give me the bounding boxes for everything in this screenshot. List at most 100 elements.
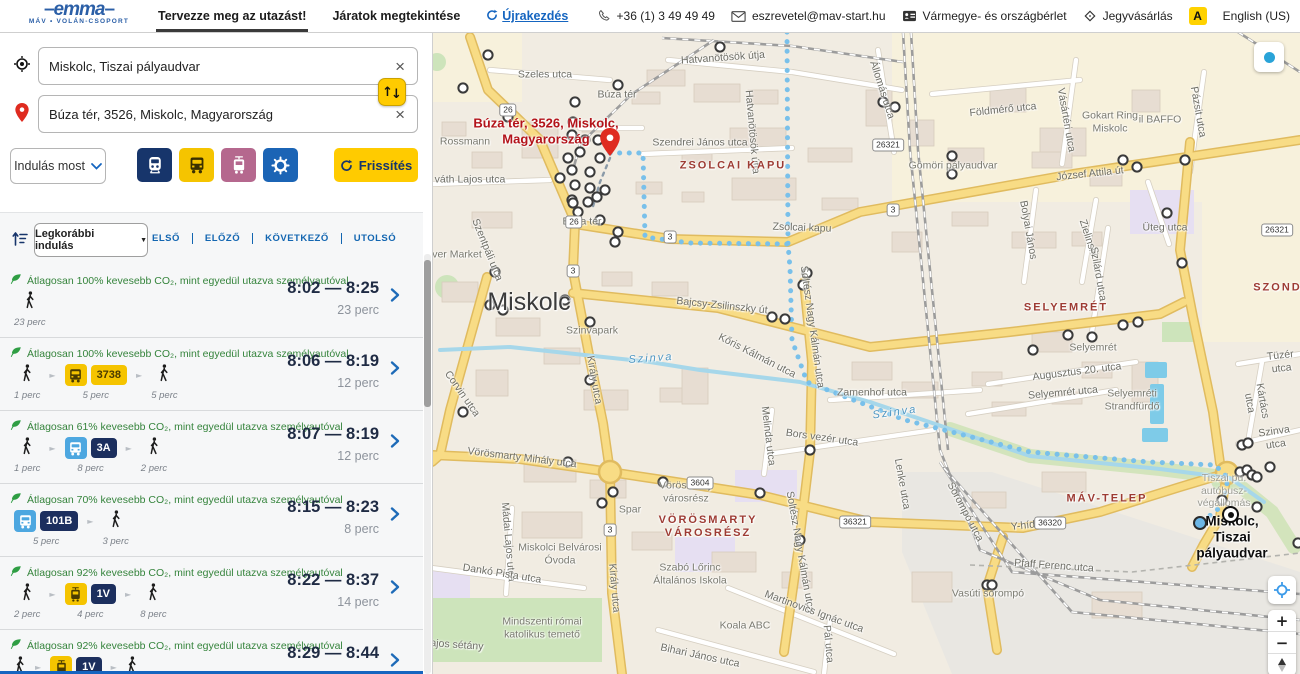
leg-bus-yellow: 37385 perc bbox=[65, 364, 127, 401]
geolocate-button[interactable] bbox=[1268, 576, 1296, 604]
accessibility-button[interactable]: A bbox=[1189, 7, 1207, 25]
leg-duration: 2 perc bbox=[141, 463, 167, 474]
nav-item-2[interactable]: Újrakezdés bbox=[486, 0, 568, 32]
result-row-3[interactable]: Átlagosan 70% kevesebb CO₂, mint egyedül… bbox=[0, 483, 423, 556]
pass-card-icon bbox=[902, 10, 917, 22]
chevron-right-icon[interactable] bbox=[389, 506, 401, 527]
sort-icon[interactable] bbox=[12, 231, 29, 252]
chevron-right-icon[interactable] bbox=[389, 652, 401, 673]
leg-separator-icon: ► bbox=[126, 444, 132, 453]
location-dot-icon bbox=[1264, 52, 1275, 63]
panel-scrollbar[interactable] bbox=[424, 254, 431, 674]
compass-icon bbox=[1268, 658, 1296, 672]
legs: 2 perc►1V4 perc►8 perc bbox=[14, 583, 167, 620]
app-root: emma MÁV • VOLÁN-CSOPORT Tervezze meg az… bbox=[0, 0, 1300, 674]
destination-clear-button[interactable]: × bbox=[393, 106, 407, 123]
destination-input[interactable]: Búza tér, 3526, Miskolc, Magyarország × bbox=[38, 95, 418, 133]
chevron-right-icon[interactable] bbox=[389, 433, 401, 454]
results-list: Átlagosan 100% kevesebb CO₂, mint egyedü… bbox=[0, 265, 423, 674]
itinerary-duration: 23 perc bbox=[337, 303, 379, 317]
result-row-0[interactable]: Átlagosan 100% kevesebb CO₂, mint egyedü… bbox=[0, 265, 423, 337]
itinerary-time: 8:07 — 8:19 bbox=[287, 425, 379, 444]
county-pass-label: Vármegye- és országbérlet bbox=[923, 9, 1067, 23]
legs: 23 perc bbox=[14, 291, 46, 328]
result-row-4[interactable]: Átlagosan 92% kevesebb CO₂, mint egyedül… bbox=[0, 556, 423, 629]
itinerary-duration: 8 perc bbox=[344, 522, 379, 536]
leg-walk: 1 perc bbox=[14, 364, 40, 401]
scrollbar-thumb[interactable] bbox=[424, 260, 431, 407]
chevron-right-icon[interactable] bbox=[389, 360, 401, 381]
phone-number: +36 (1) 3 49 49 49 bbox=[617, 9, 715, 23]
itinerary-duration: 12 perc bbox=[337, 449, 379, 463]
pagination-last[interactable]: UTOLSÓ bbox=[342, 233, 408, 244]
destination-pin-icon bbox=[12, 103, 32, 127]
leg-duration: 8 perc bbox=[77, 463, 103, 474]
mode-bus-button[interactable] bbox=[179, 148, 214, 182]
legs: 1 perc►3A8 perc►2 perc bbox=[14, 437, 167, 474]
itinerary-time: 8:02 — 8:25 bbox=[287, 279, 379, 298]
ticket-icon bbox=[1083, 9, 1097, 23]
departure-time-label: Indulás most bbox=[14, 159, 85, 173]
nav-item-0[interactable]: Tervezze meg az utazást! bbox=[158, 0, 306, 32]
walk-icon bbox=[21, 437, 33, 460]
compass-button[interactable] bbox=[1268, 654, 1296, 674]
chevron-right-icon[interactable] bbox=[389, 579, 401, 600]
leaf-icon bbox=[10, 565, 22, 580]
leg-separator-icon: ► bbox=[49, 590, 55, 599]
phone-contact[interactable]: +36 (1) 3 49 49 49 bbox=[598, 9, 715, 23]
leg-separator-icon: ► bbox=[49, 444, 55, 453]
mode-settings-button[interactable] bbox=[263, 148, 298, 182]
county-pass-link[interactable]: Vármegye- és országbérlet bbox=[902, 9, 1067, 23]
zoom-in-button[interactable]: + bbox=[1268, 610, 1296, 632]
pagination-prev[interactable]: ELŐZŐ bbox=[193, 233, 253, 244]
result-row-1[interactable]: Átlagosan 100% kevesebb CO₂, mint egyedü… bbox=[0, 337, 423, 410]
walk-icon bbox=[110, 510, 122, 533]
brand-name: emma bbox=[14, 1, 144, 18]
itinerary-time: 8:15 — 8:23 bbox=[287, 498, 379, 517]
brand-logo[interactable]: emma MÁV • VOLÁN-CSOPORT bbox=[14, 1, 144, 25]
itinerary-time: 8:06 — 8:19 bbox=[287, 352, 379, 371]
zoom-controls: + − bbox=[1268, 610, 1296, 674]
result-row-5[interactable]: Átlagosan 92% kevesebb CO₂, mint egyedül… bbox=[0, 629, 423, 674]
refresh-button[interactable]: Frissítés bbox=[334, 148, 418, 182]
map-graphics bbox=[432, 32, 1300, 674]
leg-duration: 4 perc bbox=[77, 609, 103, 620]
leg-tram-yellow: 1V4 perc bbox=[65, 583, 116, 620]
leg-walk: 2 perc bbox=[14, 583, 40, 620]
nav-item-label: Tervezze meg az utazást! bbox=[158, 9, 306, 23]
gear-icon bbox=[271, 156, 290, 175]
result-row-2[interactable]: Átlagosan 61% kevesebb CO₂, mint egyedül… bbox=[0, 410, 423, 483]
leg-separator-icon: ► bbox=[136, 371, 142, 380]
map-canvas[interactable]: Szeles utcaHatvanötösök útjaHatvanötösök… bbox=[432, 32, 1300, 674]
email-contact[interactable]: eszrevetel@mav-start.hu bbox=[731, 9, 886, 23]
departure-time-dropdown[interactable]: Indulás most bbox=[10, 148, 106, 184]
ticket-purchase-link[interactable]: Jegyvásárlás bbox=[1083, 9, 1173, 23]
zoom-out-button[interactable]: − bbox=[1268, 632, 1296, 654]
leg-duration: 8 perc bbox=[140, 609, 166, 620]
origin-crosshair-icon bbox=[12, 56, 32, 77]
top-header: emma MÁV • VOLÁN-CSOPORT Tervezze meg az… bbox=[0, 0, 1300, 33]
pagination-next[interactable]: KÖVETKEZŐ bbox=[253, 233, 342, 244]
origin-input[interactable]: Miskolc, Tiszai pályaudvar × bbox=[38, 47, 418, 85]
phone-icon bbox=[598, 10, 611, 23]
walk-icon bbox=[21, 583, 33, 606]
leg-separator-icon: ► bbox=[87, 517, 93, 526]
mode-tram-button[interactable] bbox=[221, 148, 256, 182]
chevron-right-icon[interactable] bbox=[389, 287, 401, 308]
pagination-first[interactable]: ELSŐ bbox=[152, 233, 193, 244]
bus-blue-icon bbox=[65, 437, 87, 459]
map-locate-toggle-button[interactable] bbox=[1254, 42, 1284, 72]
bus-blue-icon bbox=[14, 510, 36, 532]
sort-dropdown[interactable]: Legkorábbi indulás ▼ bbox=[34, 223, 148, 257]
leg-walk: 8 perc bbox=[140, 583, 166, 620]
language-selector[interactable]: English (US) bbox=[1223, 9, 1290, 23]
origin-clear-button[interactable]: × bbox=[393, 58, 407, 75]
mode-train-button[interactable] bbox=[137, 148, 172, 182]
leg-duration: 3 perc bbox=[102, 536, 128, 547]
swap-button[interactable]: ↑↓ bbox=[378, 78, 406, 106]
route-badge: 3738 bbox=[91, 365, 127, 385]
leg-duration: 5 perc bbox=[33, 536, 59, 547]
nav-item-1[interactable]: Járatok megtekintése bbox=[332, 0, 460, 32]
leg-walk: 23 perc bbox=[14, 291, 46, 328]
ticket-purchase-label: Jegyvásárlás bbox=[1103, 9, 1173, 23]
